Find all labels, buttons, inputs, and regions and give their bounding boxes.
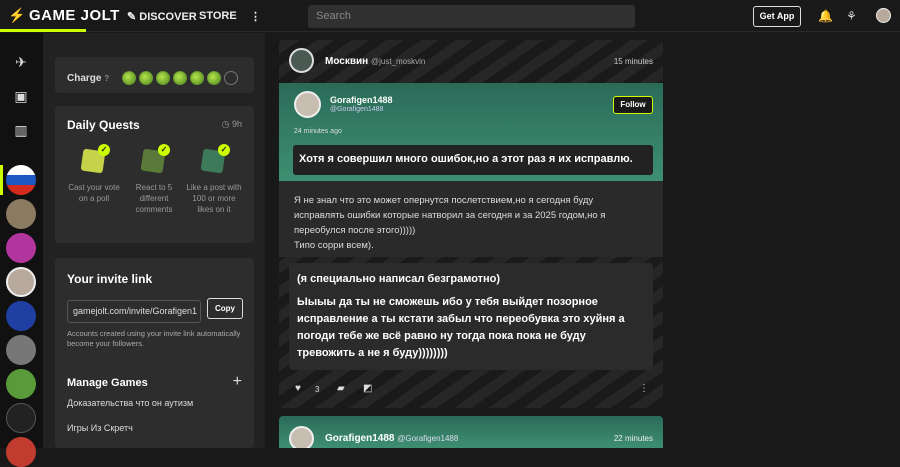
- charge-orb: [122, 71, 136, 85]
- post-actions: ♥ 3 ▰ ◩ ⋮: [279, 375, 663, 403]
- add-game-button[interactable]: +: [233, 373, 242, 391]
- quests-icon[interactable]: ⚘: [846, 9, 857, 23]
- charge-orb: [190, 71, 204, 85]
- repost-author[interactable]: Gorafigen1488: [330, 95, 393, 105]
- community-avatar-7[interactable]: [6, 369, 36, 399]
- post-author[interactable]: Москвин @just_moskvin: [325, 56, 425, 67]
- quest-like-post[interactable]: ✓ Like a post with 100 or more likes on …: [186, 144, 242, 215]
- gamejolt-logo-icon: ⚡: [8, 7, 26, 23]
- community-avatar-4[interactable]: [6, 267, 36, 297]
- charge-label: Charge ?: [67, 73, 110, 84]
- community-avatar-6[interactable]: [6, 335, 36, 365]
- community-avatar-8[interactable]: [6, 403, 36, 433]
- daily-quests-card: Daily Quests ◷ 9h ✓ Cast your vote on a …: [55, 106, 254, 243]
- left-rail: ✈ ▣ ▥: [0, 33, 43, 467]
- quote-line: Ыыыы да ты не сможешь ибо у тебя выйдет …: [297, 296, 625, 359]
- community-avatar-1[interactable]: [6, 165, 36, 195]
- quest-poll[interactable]: ✓ Cast your vote on a poll: [66, 144, 122, 204]
- author-avatar[interactable]: [289, 48, 314, 73]
- heart-icon[interactable]: ♥: [295, 383, 301, 394]
- gamejolt-logo[interactable]: ⚡ GAME JOLT: [8, 7, 120, 24]
- rocket-icon[interactable]: ✈: [10, 51, 32, 73]
- community-avatar-5[interactable]: [6, 301, 36, 331]
- manage-games-card: Manage Games + Доказательства что он аут…: [55, 364, 254, 448]
- top-navbar: ⚡ GAME JOLT ✎ DISCOVER STORE ⋮ Search Ge…: [0, 0, 900, 32]
- post-body: Я не знал что это может опернутся послет…: [279, 181, 663, 257]
- help-icon: ?: [104, 74, 110, 83]
- clock-icon: ◷: [221, 119, 230, 129]
- quote-line: (я специально написал безграмотно): [297, 273, 501, 285]
- repost-handle: @Gorafigen1488: [330, 106, 384, 113]
- reposted-post[interactable]: Gorafigen1488 @Gorafigen1488 Follow 24 m…: [279, 83, 663, 181]
- more-options-icon[interactable]: ⋮: [639, 383, 649, 394]
- quest-comments[interactable]: ✓ React to 5 different comments: [126, 144, 182, 215]
- check-icon: ✓: [158, 144, 170, 156]
- invite-title: Your invite link: [67, 272, 153, 286]
- post-handle: @Gorafigen1488: [397, 434, 459, 443]
- library-icon[interactable]: ▥: [10, 119, 32, 141]
- discover-link[interactable]: ✎ DISCOVER: [127, 10, 197, 23]
- get-app-button[interactable]: Get App: [753, 6, 801, 27]
- logo-text: GAME JOLT: [28, 7, 120, 24]
- game-item[interactable]: Игры Из Скретч: [67, 423, 133, 433]
- bell-icon[interactable]: 🔔: [818, 9, 833, 23]
- chat-icon[interactable]: ▣: [10, 85, 32, 107]
- sticker-icon[interactable]: ◩: [363, 383, 372, 394]
- quest-label: React to 5 different comments: [135, 183, 173, 214]
- charge-card: Charge ?: [55, 57, 254, 93]
- repost-time: 24 minutes ago: [294, 128, 342, 135]
- comment-icon[interactable]: ▰: [337, 383, 345, 394]
- game-item[interactable]: Доказательства что он аутизм: [67, 398, 193, 408]
- comment-quest-icon: ✓: [137, 144, 171, 176]
- charge-orb: [156, 71, 170, 85]
- charge-orb-empty: [224, 71, 238, 85]
- quest-label: Like a post with 100 or more likes on it: [186, 183, 242, 214]
- rail-active-indicator: [0, 165, 3, 195]
- community-avatar-2[interactable]: [6, 199, 36, 229]
- feed-post-next[interactable]: Gorafigen1488 @Gorafigen1488 22 minutes: [279, 416, 663, 448]
- post-body-line: Типо сорри всем).: [294, 240, 374, 251]
- charge-orb: [173, 71, 187, 85]
- heart-quest-icon: ✓: [197, 144, 231, 176]
- like-count[interactable]: 3: [315, 385, 319, 394]
- check-icon: ✓: [218, 144, 230, 156]
- manage-games-title: Manage Games: [67, 377, 148, 389]
- discover-label: DISCOVER: [139, 11, 197, 23]
- daily-quests-title: Daily Quests: [67, 118, 140, 132]
- home-sidebar: Charge ? Daily Quests ◷ 9h ✓ Cast your v…: [43, 33, 265, 448]
- quest-timer: ◷ 9h: [221, 119, 242, 129]
- post-quote: (я специально написал безграмотно) Ыыыы …: [289, 263, 653, 370]
- search-input[interactable]: Search: [308, 5, 635, 28]
- feed-post[interactable]: Москвин @just_moskvin 15 minutes Gorafig…: [279, 40, 663, 408]
- repost-avatar[interactable]: [294, 91, 321, 118]
- charge-orb: [139, 71, 153, 85]
- repost-text: Хотя я совершил много ошибок,но а этот р…: [293, 145, 653, 175]
- more-menu-button[interactable]: ⋮: [250, 10, 261, 23]
- post-handle: @just_moskvin: [371, 57, 426, 66]
- post-body-line: Я не знал что это может опернутся послет…: [294, 195, 594, 206]
- post-time[interactable]: 15 minutes: [614, 57, 653, 66]
- author-avatar[interactable]: [289, 426, 314, 448]
- invite-link-field[interactable]: gamejolt.com/invite/Gorafigen1: [67, 300, 201, 323]
- follow-button[interactable]: Follow: [613, 96, 653, 114]
- copy-button[interactable]: Copy: [207, 298, 243, 319]
- quest-label: Cast your vote on a poll: [68, 183, 120, 203]
- community-avatar-3[interactable]: [6, 233, 36, 263]
- post-body-line: исправлять ошибки которые натворил за се…: [294, 210, 606, 221]
- community-avatar-9[interactable]: [6, 437, 36, 467]
- charge-orb: [207, 71, 221, 85]
- post-body-line: переобулся после этого))))): [294, 225, 416, 236]
- discover-icon: ✎: [127, 11, 140, 23]
- post-header: Москвин @just_moskvin 15 minutes: [279, 40, 663, 83]
- post-time[interactable]: 22 minutes: [614, 434, 653, 443]
- check-icon: ✓: [98, 144, 110, 156]
- user-avatar[interactable]: [876, 8, 891, 23]
- store-link[interactable]: STORE: [199, 10, 237, 22]
- post-author[interactable]: Gorafigen1488 @Gorafigen1488: [325, 433, 458, 444]
- logo-active-underline: [0, 29, 86, 32]
- poll-quest-icon: ✓: [77, 144, 111, 176]
- invite-note: Accounts created using your invite link …: [67, 329, 241, 348]
